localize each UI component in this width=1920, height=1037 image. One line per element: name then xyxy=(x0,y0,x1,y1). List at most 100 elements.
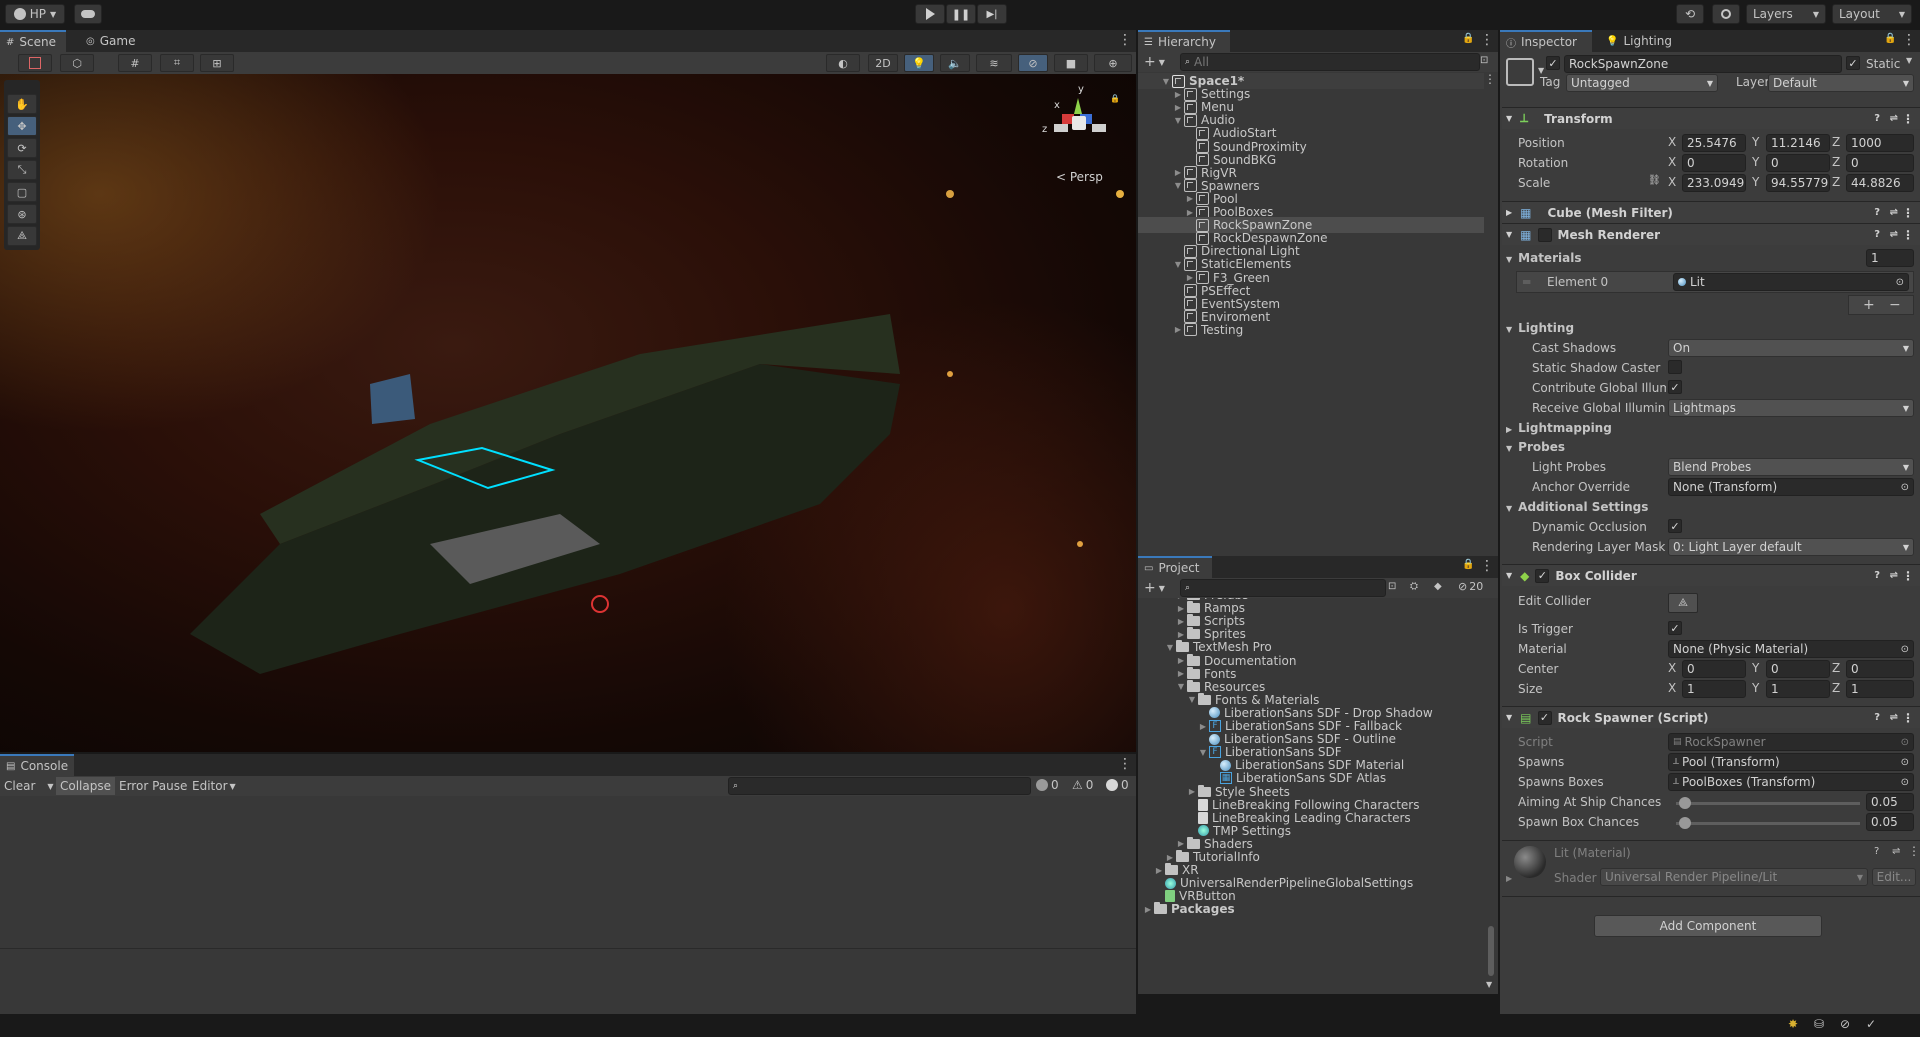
error-pause-toggle[interactable]: Error Pause xyxy=(119,778,187,794)
search-filter-icon[interactable]: ⊡ xyxy=(1480,55,1488,66)
chevron-right-icon[interactable]: ▶ xyxy=(1175,656,1187,665)
y-axis-label[interactable]: Y xyxy=(1752,135,1759,149)
more-options-icon[interactable]: ⋮ xyxy=(1908,844,1920,858)
account-dropdown[interactable]: HP ▼ xyxy=(5,4,65,24)
projection-label[interactable]: < Persp xyxy=(1056,170,1103,184)
x-axis-label[interactable]: X xyxy=(1668,135,1676,149)
warning-count-toggle[interactable]: ⚠ 0 xyxy=(1072,778,1093,792)
object-picker-icon[interactable]: ⊙ xyxy=(1901,482,1909,493)
active-checkbox[interactable]: ✓ xyxy=(1546,56,1560,70)
add-component-button[interactable]: Add Component xyxy=(1594,915,1822,937)
help-icon[interactable]: ? xyxy=(1874,570,1880,581)
contribute-gi-checkbox[interactable]: ✓ xyxy=(1668,380,1682,394)
y-value-field[interactable]: 0 xyxy=(1766,660,1830,678)
grid-dropdown[interactable]: # xyxy=(118,54,152,72)
add-element-button[interactable]: + xyxy=(1863,297,1875,313)
lighting-foldout[interactable]: ▼ Lighting xyxy=(1506,321,1574,335)
tab-scene[interactable]: # Scene xyxy=(0,30,66,52)
audio-toggle[interactable]: 🔈 xyxy=(940,54,970,72)
more-options-icon[interactable]: ⋮ xyxy=(1902,206,1914,220)
collapse-toggle[interactable]: Collapse xyxy=(56,777,115,795)
lock-icon[interactable]: 🔒 xyxy=(1462,33,1474,44)
help-icon[interactable]: ? xyxy=(1874,113,1880,124)
spawn-box-slider-track[interactable] xyxy=(1676,817,1860,829)
layers-dropdown[interactable]: Layers ▼ xyxy=(1746,4,1826,24)
chevron-right-icon[interactable]: ▶ xyxy=(1175,839,1187,848)
more-options-icon[interactable]: ⋮ xyxy=(1902,112,1914,126)
chevron-down-icon[interactable]: ▼ xyxy=(1160,77,1172,86)
anchor-override-field[interactable]: None (Transform) ⊙ xyxy=(1668,478,1914,496)
scroll-down-icon[interactable]: ▼ xyxy=(1486,980,1492,989)
cache-server-icon[interactable]: ⛁ xyxy=(1814,1017,1824,1031)
chevron-right-icon[interactable]: ▶ xyxy=(1184,208,1196,217)
effects-dropdown[interactable]: ≋ xyxy=(976,54,1012,72)
shader-dropdown[interactable]: Universal Render Pipeline/Lit ▼ xyxy=(1600,868,1868,886)
dynamic-occlusion-checkbox[interactable]: ✓ xyxy=(1668,519,1682,533)
info-count-toggle[interactable]: 0 xyxy=(1036,778,1059,792)
y-axis-label[interactable]: Y xyxy=(1752,661,1759,675)
lock-icon[interactable]: 🔒 xyxy=(1110,94,1120,103)
chevron-right-icon[interactable]: ▶ xyxy=(1184,194,1196,203)
object-picker-icon[interactable]: ⊙ xyxy=(1901,644,1909,655)
tab-inspector[interactable]: ⓘ Inspector xyxy=(1500,30,1592,52)
chevron-right-icon[interactable]: ▶ xyxy=(1184,273,1196,282)
preset-icon[interactable]: ⇌ xyxy=(1890,229,1898,240)
clear-button[interactable]: Clear ▼ xyxy=(4,778,54,794)
object-picker-icon[interactable]: ⊙ xyxy=(1901,777,1909,788)
rock-spawner-header[interactable]: ▼ ▤ ✓ Rock Spawner (Script) ? ⇌ ⋮ xyxy=(1502,706,1920,728)
shading-dropdown[interactable]: ⬡ xyxy=(60,54,94,72)
gizmos-dropdown[interactable]: ⊕ xyxy=(1094,54,1132,72)
chevron-right-icon[interactable]: ▶ xyxy=(1172,325,1184,334)
chevron-right-icon[interactable]: ▶ xyxy=(1506,874,1512,883)
layer-dropdown[interactable]: Default ▼ xyxy=(1768,74,1914,92)
tab-console[interactable]: ▤ Console xyxy=(0,754,74,776)
preset-icon[interactable]: ⇌ xyxy=(1892,846,1900,857)
chevron-right-icon[interactable]: ▶ xyxy=(1142,905,1154,914)
mesh-filter-header[interactable]: ▶ ▦ Cube (Mesh Filter) ? ⇌ ⋮ xyxy=(1502,201,1920,223)
chevron-right-icon[interactable]: ▶ xyxy=(1164,853,1176,862)
rect-tool-button[interactable]: ▢ xyxy=(7,182,37,202)
scrollbar-thumb[interactable] xyxy=(1488,926,1494,976)
z-value-field[interactable]: 1 xyxy=(1846,680,1914,698)
chevron-down-icon[interactable]: ▼ xyxy=(1164,643,1176,652)
z-axis-label[interactable]: Z xyxy=(1832,661,1840,675)
chevron-right-icon[interactable]: ▶ xyxy=(1197,722,1209,731)
z-value-field[interactable]: 0 xyxy=(1846,154,1914,172)
box-collider-enabled-checkbox[interactable]: ✓ xyxy=(1535,568,1550,583)
rendering-layer-dropdown[interactable]: 0: Light Layer default ▼ xyxy=(1668,538,1914,556)
more-options-icon[interactable]: ⋮ xyxy=(1118,32,1132,48)
chevron-down-icon[interactable]: ▼ xyxy=(1172,260,1184,269)
x-value-field[interactable]: 0 xyxy=(1682,154,1746,172)
preset-icon[interactable]: ⇌ xyxy=(1890,712,1898,723)
lighting-toggle[interactable]: 💡 xyxy=(904,54,934,72)
collider-material-field[interactable]: None (Physic Material) ⊙ xyxy=(1668,640,1914,658)
move-tool-button[interactable]: ✥ xyxy=(7,116,37,136)
transform-tool-button[interactable]: ⊛ xyxy=(7,204,37,224)
search-button[interactable] xyxy=(1712,4,1740,24)
error-count-toggle[interactable]: 0 xyxy=(1106,778,1129,792)
chevron-right-icon[interactable]: ▶ xyxy=(1153,866,1165,875)
tab-hierarchy[interactable]: ☰ Hierarchy xyxy=(1138,30,1230,52)
preset-icon[interactable]: ⇌ xyxy=(1890,207,1898,218)
z-axis-label[interactable]: Z xyxy=(1832,175,1840,189)
mesh-renderer-enabled-checkbox[interactable] xyxy=(1537,227,1552,242)
console-search-input[interactable]: ⌕ xyxy=(728,777,1031,795)
lock-icon[interactable]: 🔒 xyxy=(1884,33,1896,44)
tree-item[interactable]: ▶ Testing xyxy=(1138,322,1484,338)
y-value-field[interactable]: 11.2146 xyxy=(1766,134,1830,152)
create-dropdown[interactable]: + ▼ xyxy=(1144,580,1165,596)
remove-element-button[interactable]: − xyxy=(1889,297,1901,313)
more-options-icon[interactable]: ⋮ xyxy=(1480,32,1494,48)
hand-tool-button[interactable]: ✋ xyxy=(7,94,37,114)
materials-count-field[interactable]: 1 xyxy=(1866,249,1914,267)
y-value-field[interactable]: 1 xyxy=(1766,680,1830,698)
help-icon[interactable]: ? xyxy=(1874,229,1880,240)
link-icon[interactable]: ⛓ xyxy=(1648,175,1661,186)
object-picker-icon[interactable]: ⊙ xyxy=(1896,277,1904,288)
materials-foldout[interactable]: ▼ Materials xyxy=(1506,251,1581,265)
console-log-area[interactable] xyxy=(0,796,1136,1014)
chevron-right-icon[interactable]: ▶ xyxy=(1175,604,1187,613)
step-button[interactable]: ▶| xyxy=(977,4,1007,24)
receive-gi-dropdown[interactable]: Lightmaps ▼ xyxy=(1668,399,1914,417)
x-axis-label[interactable]: X xyxy=(1668,681,1676,695)
